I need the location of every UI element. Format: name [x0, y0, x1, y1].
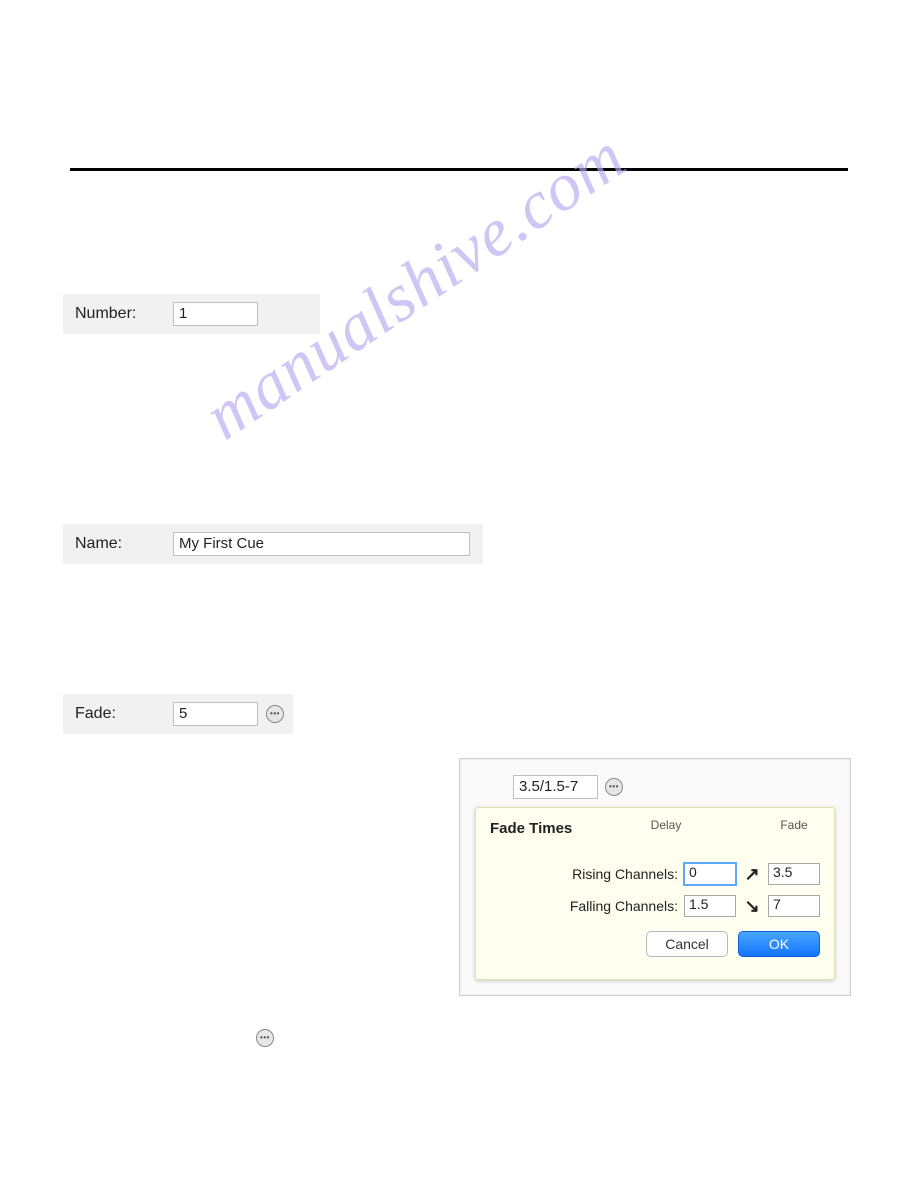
rising-delay-input[interactable]: 0 — [684, 863, 736, 885]
name-label: Name: — [75, 535, 173, 553]
document-page: manualshive.com Number: 1 Name: My First… — [0, 0, 918, 1188]
rising-channels-label: Rising Channels: — [490, 866, 678, 882]
ellipsis-icon: ••• — [260, 1031, 270, 1045]
dialog-button-row: Cancel OK — [490, 931, 820, 957]
arrow-down-right-icon: ↘ — [742, 896, 762, 917]
cancel-button[interactable]: Cancel — [646, 931, 728, 957]
rising-fade-input[interactable]: 3.5 — [768, 863, 820, 885]
fade-more-button[interactable]: ••• — [266, 705, 284, 723]
fade-times-headers: Delay Fade — [640, 818, 820, 832]
fade-times-frame: 3.5/1.5-7 ••• Fade Times Delay Fade Risi… — [459, 758, 851, 996]
horizontal-rule — [70, 168, 848, 171]
fade-summary-input[interactable]: 3.5/1.5-7 — [513, 775, 598, 799]
delay-header: Delay — [640, 818, 692, 832]
number-label: Number: — [75, 305, 173, 323]
arrow-up-right-icon: ↗ — [742, 864, 762, 885]
fade-header: Fade — [768, 818, 820, 832]
falling-fade-input[interactable]: 7 — [768, 895, 820, 917]
falling-channels-label: Falling Channels: — [490, 898, 678, 914]
number-field-strip: Number: 1 — [63, 294, 320, 334]
fade-label: Fade: — [75, 705, 173, 723]
falling-delay-input[interactable]: 1.5 — [684, 895, 736, 917]
name-field-strip: Name: My First Cue — [63, 524, 483, 564]
ellipsis-icon: ••• — [270, 707, 280, 721]
inline-more-button[interactable]: ••• — [256, 1029, 274, 1047]
fade-times-dialog: Fade Times Delay Fade Rising Channels: 0… — [475, 807, 835, 980]
ellipsis-icon: ••• — [609, 780, 619, 794]
fade-summary-more-button[interactable]: ••• — [605, 778, 623, 796]
number-input[interactable]: 1 — [173, 302, 258, 326]
fade-field-strip: Fade: 5 ••• — [63, 694, 293, 734]
falling-channels-row: Falling Channels: 1.5 ↘ 7 — [490, 895, 820, 917]
rising-channels-row: Rising Channels: 0 ↗ 3.5 — [490, 863, 820, 885]
name-input[interactable]: My First Cue — [173, 532, 470, 556]
fade-input[interactable]: 5 — [173, 702, 258, 726]
ok-button[interactable]: OK — [738, 931, 820, 957]
